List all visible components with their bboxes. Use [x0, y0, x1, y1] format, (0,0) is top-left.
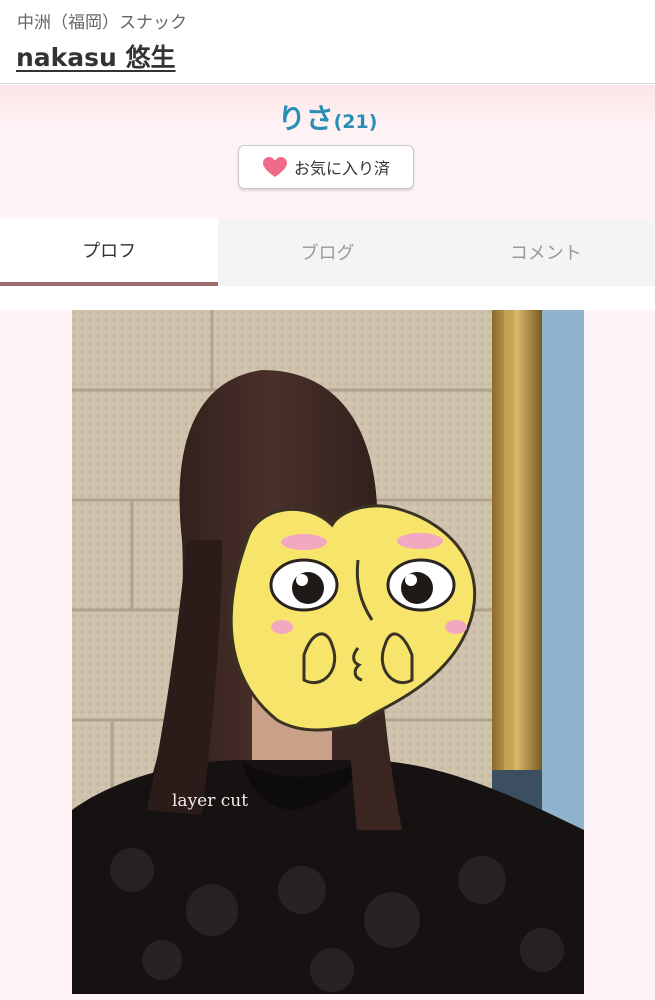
- favorite-button[interactable]: お気に入り済: [238, 145, 414, 189]
- area-category-label: 中洲（福岡）スナック: [17, 13, 187, 33]
- tab-profile[interactable]: プロフ: [0, 218, 219, 286]
- content-spacer: [0, 286, 655, 310]
- profile-tabs: プロフ ブログ コメント: [0, 218, 655, 286]
- cast-name: りさ: [277, 102, 334, 135]
- tab-comments[interactable]: コメント: [437, 218, 655, 286]
- tab-blog[interactable]: ブログ: [218, 218, 436, 286]
- site-header: 中洲（福岡）スナック nakasu 悠生: [0, 0, 655, 84]
- profile-name-line: りさ(21): [0, 97, 655, 137]
- photo-caption: layer cut: [172, 791, 248, 811]
- photo-section: layer cut: [0, 310, 655, 1000]
- favorite-button-label: お気に入り済: [293, 159, 390, 178]
- profile-photo[interactable]: layer cut: [72, 310, 584, 994]
- cast-age: (21): [333, 111, 378, 133]
- profile-header: りさ(21) お気に入り済: [0, 85, 655, 218]
- shop-name-link[interactable]: nakasu 悠生: [16, 38, 176, 74]
- heart-icon: [262, 156, 288, 178]
